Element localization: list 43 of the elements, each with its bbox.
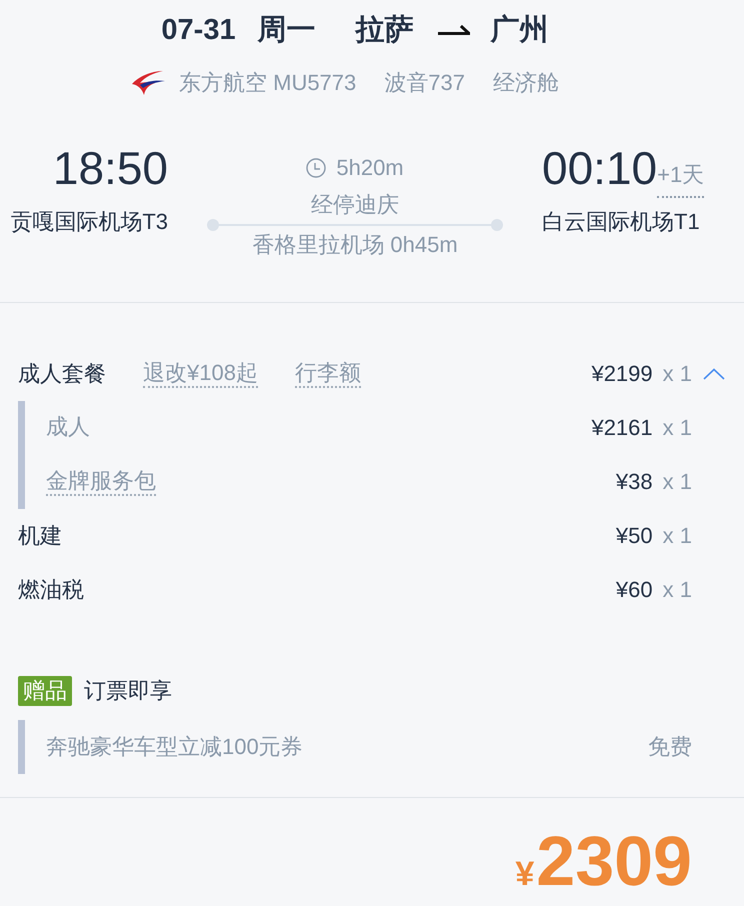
flight-number-text: 东方航空 MU5773	[179, 69, 356, 97]
aircraft-text: 波音737	[384, 69, 465, 97]
duration-text: 5h20m	[336, 154, 404, 182]
airline-logo-icon	[131, 70, 165, 96]
fee-name: 机建	[18, 522, 62, 550]
arrival-airport: 白云国际机场T1	[542, 208, 700, 236]
quantity-text: x 1	[662, 577, 692, 603]
sub-item-name[interactable]: 金牌服务包	[46, 468, 156, 496]
quantity-text: x 1	[662, 523, 692, 549]
price-text: ¥2199	[591, 361, 653, 387]
quantity-text: x 1	[662, 361, 692, 387]
indent-bar	[18, 720, 25, 774]
gift-badge: 赠品	[18, 676, 72, 706]
fare-link[interactable]: 行李额	[294, 360, 361, 388]
price-text: ¥60	[616, 577, 653, 603]
fee-name: 燃油税	[18, 576, 84, 604]
sub-item-name: 成人	[46, 414, 90, 441]
departure-airport: 贡嘎国际机场T3	[10, 208, 168, 236]
gift-price: 免费	[648, 733, 692, 761]
arrow-icon	[438, 25, 470, 35]
gift-name: 奔驰豪华车型立减100元券	[46, 733, 303, 761]
fare-name: 成人套餐	[18, 360, 106, 388]
currency-symbol: ¥	[515, 855, 534, 894]
chevron-up-icon[interactable]	[703, 368, 725, 380]
total-price: 2309	[536, 826, 692, 896]
stopover-airport: 香格里拉机场 0h45m	[252, 231, 458, 259]
clock-icon	[306, 158, 326, 178]
price-text: ¥50	[616, 523, 653, 549]
quantity-text: x 1	[662, 415, 692, 441]
fare-link[interactable]: 退改¥108起	[143, 360, 258, 388]
price-text: ¥38	[616, 469, 653, 495]
departure-time: 18:50	[52, 141, 168, 196]
destination-city: 广州	[490, 13, 549, 48]
next-day-label[interactable]: +1天	[657, 162, 704, 198]
quantity-text: x 1	[662, 469, 692, 495]
arrival-time: 00:10	[542, 141, 658, 196]
stopover-text: 经停迪庆	[311, 191, 399, 219]
origin-city: 拉萨	[356, 13, 414, 48]
cabin-class-text: 经济舱	[493, 69, 559, 97]
date-text: 07-31	[161, 13, 236, 48]
weekday-text: 周一	[258, 13, 316, 48]
gift-title: 订票即享	[84, 677, 172, 705]
price-text: ¥2161	[591, 415, 653, 441]
